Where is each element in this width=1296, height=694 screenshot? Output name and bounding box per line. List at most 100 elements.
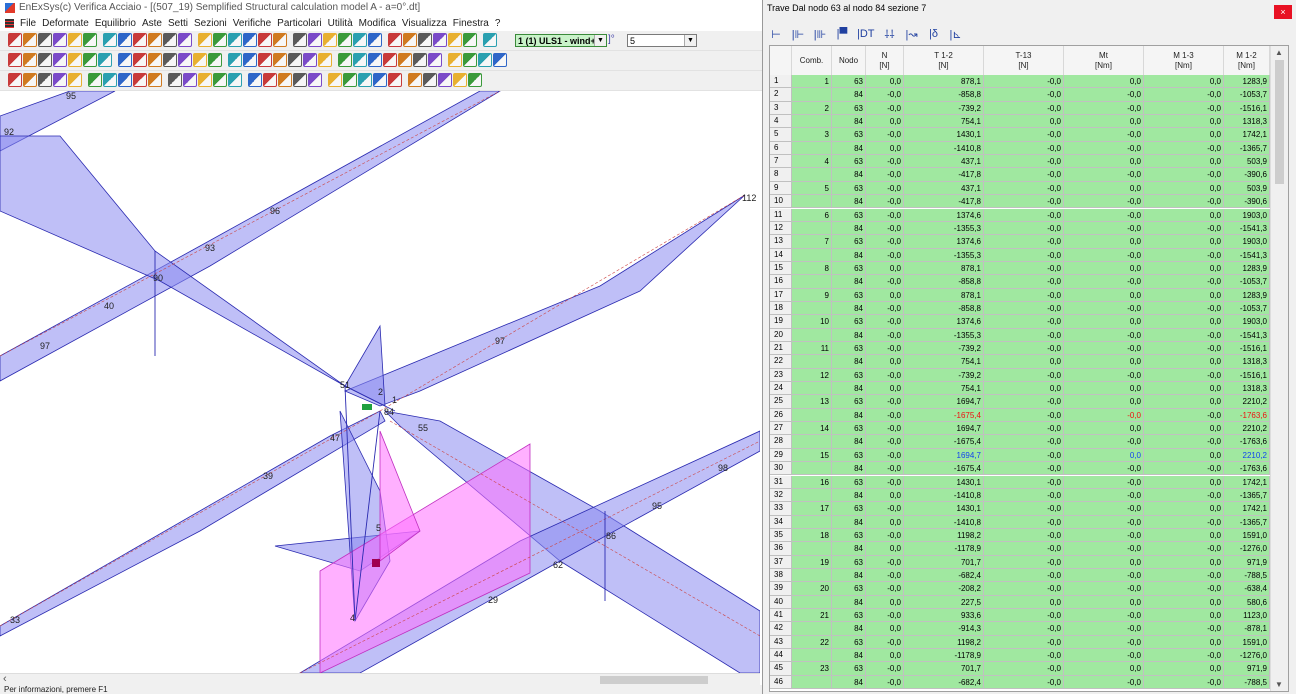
cell-nodo[interactable]: 63 bbox=[832, 181, 866, 196]
table-row[interactable]: 7 4 63 -0,0 437,1 -0,0 0,0 0,0 503,9 bbox=[770, 155, 1270, 169]
cell-t12[interactable]: 1694,7 bbox=[904, 395, 984, 409]
tool-button-icon[interactable] bbox=[433, 33, 447, 47]
table-row[interactable]: 32 84 0,0 -1410,8 -0,0 -0,0 -0,0 -1365,7 bbox=[770, 488, 1270, 503]
tool-button-icon[interactable] bbox=[353, 53, 367, 67]
cell-nodo[interactable]: 84 bbox=[832, 355, 866, 369]
cell-m12[interactable]: 503,9 bbox=[1224, 181, 1270, 196]
cell-nodo[interactable]: 84 bbox=[832, 168, 866, 182]
cell-comb[interactable]: 1 bbox=[792, 75, 832, 89]
cell-n[interactable]: -0,0 bbox=[866, 181, 904, 196]
tool-button-icon[interactable] bbox=[373, 73, 387, 87]
tool-button-icon[interactable] bbox=[8, 53, 22, 67]
cell-n[interactable]: -0,0 bbox=[866, 475, 904, 489]
cell-n[interactable]: -0,0 bbox=[866, 368, 904, 383]
menu-item-equilibrio[interactable]: Equilibrio bbox=[95, 16, 136, 31]
cell-comb[interactable] bbox=[792, 141, 832, 156]
cell-t13[interactable]: -0,0 bbox=[984, 101, 1064, 116]
cell-t12[interactable]: -208,2 bbox=[904, 582, 984, 596]
cell-comb[interactable]: 18 bbox=[792, 528, 832, 543]
table-row[interactable]: 36 84 0,0 -1178,9 -0,0 -0,0 -0,0 -1276,0 bbox=[770, 542, 1270, 556]
table-row[interactable]: 45 23 63 -0,0 701,7 -0,0 0,0 0,0 971,9 bbox=[770, 662, 1270, 676]
column-header-comb[interactable]: Comb. bbox=[792, 46, 832, 75]
tool-button-icon[interactable] bbox=[23, 53, 37, 67]
cell-comb[interactable] bbox=[792, 221, 832, 236]
cell-t12[interactable]: -1355,3 bbox=[904, 328, 984, 342]
tool-button-icon[interactable] bbox=[103, 33, 117, 47]
cell-t13[interactable]: 0,0 bbox=[984, 382, 1064, 396]
cell-m13[interactable]: -0,0 bbox=[1144, 141, 1224, 156]
cell-m13[interactable]: 0,0 bbox=[1144, 115, 1224, 129]
row-index[interactable]: 37 bbox=[770, 555, 792, 569]
cell-nodo[interactable]: 63 bbox=[832, 261, 866, 276]
cell-t13[interactable]: -0,0 bbox=[984, 141, 1064, 156]
cell-m13[interactable]: 0,0 bbox=[1144, 475, 1224, 489]
tool-button-icon[interactable] bbox=[68, 73, 82, 87]
row-index[interactable]: 21 bbox=[770, 342, 792, 356]
cell-t13[interactable]: -0,0 bbox=[984, 555, 1064, 569]
tool-button-icon[interactable] bbox=[438, 73, 452, 87]
table-row[interactable]: 4 84 0,0 754,1 0,0 0,0 0,0 1318,3 bbox=[770, 115, 1270, 129]
cell-m12[interactable]: 1283,9 bbox=[1224, 75, 1270, 89]
cell-mt[interactable]: 0,0 bbox=[1064, 261, 1144, 276]
cell-t12[interactable]: 1430,1 bbox=[904, 475, 984, 489]
cell-n[interactable]: -0,0 bbox=[866, 435, 904, 449]
cell-m12[interactable]: 1742,1 bbox=[1224, 475, 1270, 489]
cell-mt[interactable]: 0,0 bbox=[1064, 155, 1144, 169]
row-index[interactable]: 11 bbox=[770, 208, 792, 222]
row-index[interactable]: 15 bbox=[770, 261, 792, 276]
cell-m12[interactable]: -1763,6 bbox=[1224, 435, 1270, 449]
tool-button-icon[interactable] bbox=[398, 53, 412, 67]
cell-m13[interactable]: -0,0 bbox=[1144, 88, 1224, 102]
cell-m12[interactable]: 2210,2 bbox=[1224, 422, 1270, 436]
cell-n[interactable]: 0,0 bbox=[866, 75, 904, 89]
tool-button-icon[interactable] bbox=[8, 73, 22, 87]
cell-mt[interactable]: 0,0 bbox=[1064, 662, 1144, 676]
cell-m13[interactable]: 0,0 bbox=[1144, 155, 1224, 169]
table-row[interactable]: 28 84 -0,0 -1675,4 -0,0 -0,0 -0,0 -1763,6 bbox=[770, 435, 1270, 449]
cell-t12[interactable]: 1374,6 bbox=[904, 208, 984, 222]
tool-button-icon[interactable] bbox=[353, 33, 367, 47]
cell-t12[interactable]: 754,1 bbox=[904, 382, 984, 396]
cell-mt[interactable]: 0,0 bbox=[1064, 288, 1144, 302]
cell-m13[interactable]: -0,0 bbox=[1144, 368, 1224, 383]
tool-button-icon[interactable] bbox=[493, 53, 507, 67]
tool-button-icon[interactable] bbox=[68, 33, 82, 47]
table-row[interactable]: 29 15 63 -0,0 1694,7 -0,0 0,0 0,0 2210,2 bbox=[770, 448, 1270, 463]
tool-button-icon[interactable] bbox=[338, 53, 352, 67]
cell-m12[interactable]: -1541,3 bbox=[1224, 328, 1270, 342]
table-row[interactable]: 38 84 -0,0 -682,4 -0,0 -0,0 -0,0 -788,5 bbox=[770, 568, 1270, 583]
column-header-mt[interactable]: Mt [Nm] bbox=[1064, 46, 1144, 75]
cell-nodo[interactable]: 84 bbox=[832, 221, 866, 236]
cell-mt[interactable]: -0,0 bbox=[1064, 635, 1144, 650]
table-row[interactable]: 22 84 0,0 754,1 0,0 0,0 0,0 1318,3 bbox=[770, 355, 1270, 369]
cell-comb[interactable] bbox=[792, 542, 832, 556]
cell-n[interactable]: 0,0 bbox=[866, 542, 904, 556]
tool-button-icon[interactable] bbox=[133, 33, 147, 47]
cell-mt[interactable]: 0,0 bbox=[1064, 555, 1144, 569]
cell-n[interactable]: -0,0 bbox=[866, 462, 904, 476]
cell-nodo[interactable]: 63 bbox=[832, 155, 866, 169]
table-row[interactable]: 31 16 63 -0,0 1430,1 -0,0 -0,0 0,0 1742,1 bbox=[770, 475, 1270, 489]
cell-nodo[interactable]: 63 bbox=[832, 609, 866, 623]
row-index[interactable]: 35 bbox=[770, 528, 792, 543]
cell-t12[interactable]: 701,7 bbox=[904, 555, 984, 569]
cell-m13[interactable]: -0,0 bbox=[1144, 342, 1224, 356]
cell-nodo[interactable]: 63 bbox=[832, 208, 866, 222]
cell-comb[interactable] bbox=[792, 622, 832, 636]
tool-button-icon[interactable] bbox=[228, 53, 242, 67]
cell-m12[interactable]: -390,6 bbox=[1224, 195, 1270, 209]
row-index[interactable]: 45 bbox=[770, 662, 792, 676]
row-index[interactable]: 42 bbox=[770, 622, 792, 636]
cell-m12[interactable]: 580,6 bbox=[1224, 595, 1270, 609]
cell-t13[interactable]: -0,0 bbox=[984, 649, 1064, 663]
menu-item-setti[interactable]: Setti bbox=[168, 16, 188, 31]
cell-mt[interactable]: 0,0 bbox=[1064, 382, 1144, 396]
cell-t13[interactable]: -0,0 bbox=[984, 622, 1064, 636]
cell-m13[interactable]: 0,0 bbox=[1144, 662, 1224, 676]
cell-t12[interactable]: -417,8 bbox=[904, 195, 984, 209]
cell-mt[interactable]: 0,0 bbox=[1064, 422, 1144, 436]
cell-t12[interactable]: 437,1 bbox=[904, 181, 984, 196]
cell-t13[interactable]: -0,0 bbox=[984, 475, 1064, 489]
cell-mt[interactable]: -0,0 bbox=[1064, 408, 1144, 423]
panel-tool-icon[interactable]: ⸸⸸ bbox=[883, 27, 897, 42]
